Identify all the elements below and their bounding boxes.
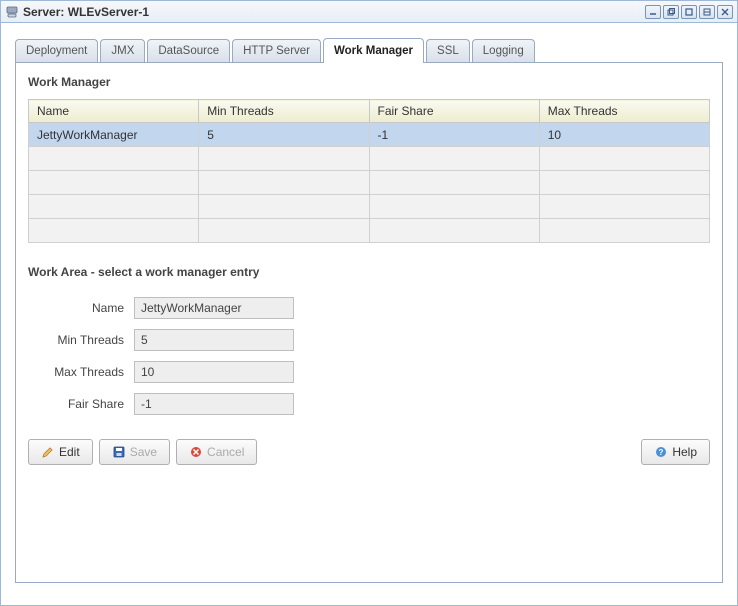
table-row[interactable] [29, 219, 710, 243]
cell-name [29, 147, 199, 171]
cell-max: 10 [539, 123, 709, 147]
button-bar: Edit Save Cancel ? Help [28, 439, 710, 465]
name-label: Name [28, 301, 134, 315]
table-row[interactable] [29, 195, 710, 219]
save-button[interactable]: Save [99, 439, 170, 465]
cell-fair [369, 147, 539, 171]
col-name[interactable]: Name [29, 100, 199, 123]
tab-work-manager[interactable]: Work Manager [323, 38, 424, 63]
maximize-button[interactable] [681, 5, 697, 19]
server-icon [5, 5, 19, 19]
save-label: Save [130, 445, 157, 459]
close-button[interactable] [717, 5, 733, 19]
titlebar: Server: WLEvServer-1 [1, 1, 737, 23]
min-label: Min Threads [28, 333, 134, 347]
window-buttons [645, 5, 733, 19]
svg-text:?: ? [659, 448, 664, 457]
cell-min [199, 171, 369, 195]
restore-button[interactable] [663, 5, 679, 19]
cell-min: 5 [199, 123, 369, 147]
tab-body: Work Manager Name Min Threads Fair Share… [15, 63, 723, 583]
cell-name [29, 171, 199, 195]
panel-content: Deployment JMX DataSource HTTP Server Wo… [1, 23, 737, 593]
col-min-threads[interactable]: Min Threads [199, 100, 369, 123]
floppy-icon [112, 445, 126, 459]
work-area-header: Work Area - select a work manager entry [28, 265, 710, 279]
name-field[interactable] [134, 297, 294, 319]
cell-min [199, 147, 369, 171]
tab-datasource[interactable]: DataSource [147, 39, 230, 62]
help-label: Help [672, 445, 697, 459]
cell-name: JettyWorkManager [29, 123, 199, 147]
cell-fair [369, 195, 539, 219]
cell-max [539, 195, 709, 219]
fair-share-field[interactable] [134, 393, 294, 415]
tabs: Deployment JMX DataSource HTTP Server Wo… [15, 37, 723, 63]
cancel-button[interactable]: Cancel [176, 439, 257, 465]
cell-fair [369, 219, 539, 243]
work-manager-table: Name Min Threads Fair Share Max Threads … [28, 99, 710, 243]
tab-deployment[interactable]: Deployment [15, 39, 98, 62]
max-threads-field[interactable] [134, 361, 294, 383]
tab-logging[interactable]: Logging [472, 39, 535, 62]
table-row[interactable] [29, 147, 710, 171]
max-label: Max Threads [28, 365, 134, 379]
cell-fair [369, 171, 539, 195]
cancel-label: Cancel [207, 445, 244, 459]
col-fair-share[interactable]: Fair Share [369, 100, 539, 123]
tab-jmx[interactable]: JMX [100, 39, 145, 62]
tab-ssl[interactable]: SSL [426, 39, 470, 62]
cell-name [29, 219, 199, 243]
form-row-fair: Fair Share [28, 393, 710, 415]
cell-min [199, 195, 369, 219]
cell-max [539, 147, 709, 171]
form-row-min: Min Threads [28, 329, 710, 351]
edit-button[interactable]: Edit [28, 439, 93, 465]
min-threads-field[interactable] [134, 329, 294, 351]
cell-max [539, 171, 709, 195]
table-row[interactable]: JettyWorkManager 5 -1 10 [29, 123, 710, 147]
col-max-threads[interactable]: Max Threads [539, 100, 709, 123]
spacer [263, 439, 635, 465]
cell-name [29, 195, 199, 219]
collapse-button[interactable] [699, 5, 715, 19]
cell-max [539, 219, 709, 243]
minimize-button[interactable] [645, 5, 661, 19]
cancel-icon [189, 445, 203, 459]
panel-title: Server: WLEvServer-1 [23, 5, 645, 19]
edit-label: Edit [59, 445, 80, 459]
form-row-max: Max Threads [28, 361, 710, 383]
pencil-icon [41, 445, 55, 459]
help-button[interactable]: ? Help [641, 439, 710, 465]
cell-min [199, 219, 369, 243]
cell-fair: -1 [369, 123, 539, 147]
help-icon: ? [654, 445, 668, 459]
fair-label: Fair Share [28, 397, 134, 411]
section-title: Work Manager [28, 75, 710, 89]
server-panel: Server: WLEvServer-1 Deployment JMX Data… [0, 0, 738, 606]
form-row-name: Name [28, 297, 710, 319]
tab-http-server[interactable]: HTTP Server [232, 39, 321, 62]
table-row[interactable] [29, 171, 710, 195]
